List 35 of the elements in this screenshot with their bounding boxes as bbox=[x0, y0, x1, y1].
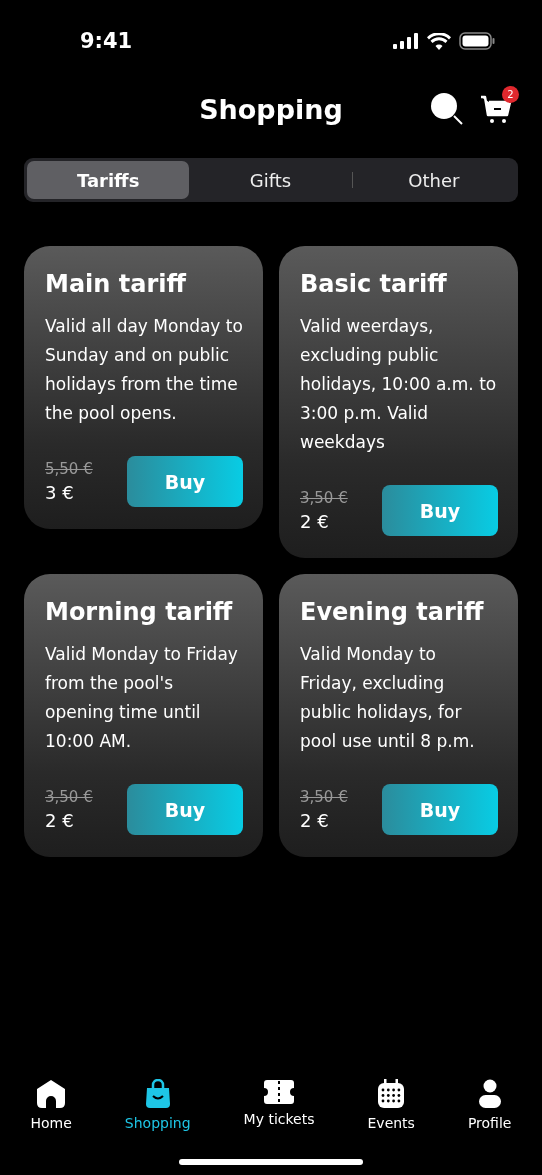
nav-item[interactable]: Profile bbox=[467, 1079, 512, 1131]
price: 3 € bbox=[45, 482, 75, 503]
ticket-icon bbox=[263, 1079, 296, 1105]
nav-item[interactable]: Events bbox=[367, 1079, 415, 1131]
tariff-title: Main tariff bbox=[45, 270, 188, 298]
tab[interactable]: Gifts bbox=[189, 161, 352, 199]
cart-badge: 2 bbox=[502, 86, 519, 103]
search-icon[interactable] bbox=[430, 92, 464, 126]
tab[interactable]: Tariffs bbox=[27, 161, 190, 199]
signal-icon bbox=[393, 33, 419, 49]
nav-item[interactable]: My tickets bbox=[243, 1079, 315, 1131]
tariff-description: Valid all day Monday to Sunday and on public holidays from the time the pool opens. bbox=[45, 315, 243, 425]
old-price: 3,50 € bbox=[300, 788, 348, 806]
page-title: Shopping bbox=[199, 93, 343, 125]
wifi-icon bbox=[427, 32, 451, 50]
tab[interactable]: Other bbox=[352, 161, 515, 199]
tariff-description: Valid weerdays, excluding public holidays, 10:00 a.m. to 3:00 p.m. Valid weekdays bbox=[300, 315, 498, 454]
old-price: 3,50 € bbox=[45, 788, 93, 806]
calendar-icon bbox=[377, 1079, 406, 1109]
tariff-description: Valid Monday to Friday from the pool's opening time until 10:00 AM. bbox=[45, 643, 239, 753]
tariff-title: Basic tariff bbox=[300, 270, 448, 298]
nav-item[interactable]: Home bbox=[30, 1079, 72, 1131]
battery-icon bbox=[459, 32, 496, 50]
price: 2 € bbox=[45, 810, 75, 831]
price: 2 € bbox=[300, 511, 330, 532]
tariff-title: Morning tariff bbox=[45, 598, 234, 626]
old-price: 3,50 € bbox=[300, 489, 348, 507]
home-icon bbox=[36, 1079, 67, 1109]
nav-item[interactable]: Shopping bbox=[124, 1079, 191, 1131]
tariff-description: Valid Monday to Friday, excluding public holidays, for pool use until 8 p.m. bbox=[300, 643, 476, 753]
price: 2 € bbox=[300, 810, 330, 831]
person-icon bbox=[477, 1079, 502, 1109]
old-price: 5,50 € bbox=[45, 460, 93, 478]
tariff-title: Evening tariff bbox=[300, 598, 485, 626]
status-time: 9:41 bbox=[80, 29, 133, 53]
